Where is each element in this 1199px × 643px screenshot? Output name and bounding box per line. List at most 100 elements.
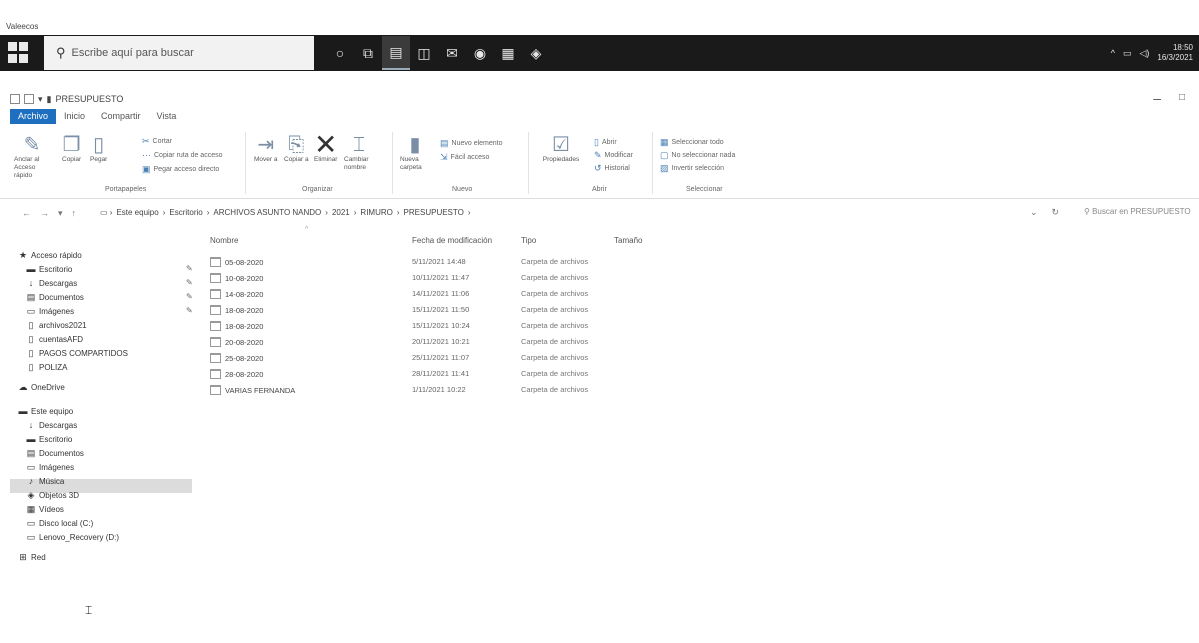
- nav-pc-documentos[interactable]: ▤ Documentos: [26, 448, 84, 459]
- move-to-button[interactable]: ⇥ Mover a: [254, 134, 277, 164]
- new-folder-icon: ▮: [409, 134, 421, 156]
- app-icon[interactable]: ▦: [494, 36, 522, 70]
- volume-icon[interactable]: ◁): [1139, 48, 1149, 59]
- nav-item-descargas[interactable]: ↓ Descargas: [26, 278, 78, 288]
- nav-pc-disco-c[interactable]: ▭ Disco local (C:): [26, 518, 94, 529]
- clock-time: 18:50: [1172, 43, 1193, 52]
- address-dropdown-icon[interactable]: ⌄: [1030, 207, 1038, 218]
- breadcrumb-item[interactable]: PRESUPUESTO: [404, 208, 464, 217]
- folder-icon: [210, 273, 221, 283]
- nav-pc-imagenes[interactable]: ▭ Imágenes: [26, 462, 74, 473]
- folder-icon: [210, 321, 221, 331]
- invert-selection-button[interactable]: ▨ Invertir selección: [660, 163, 724, 174]
- rename-button[interactable]: ⌶ Cambiar nombre: [344, 134, 374, 172]
- nav-quick-access[interactable]: ★ Acceso rápido: [18, 250, 82, 261]
- paste-button[interactable]: ▯ Pegar: [90, 134, 107, 164]
- properties-button[interactable]: ☑ Propiedades: [538, 134, 584, 164]
- app2-icon[interactable]: ◈: [522, 36, 550, 70]
- nav-this-pc[interactable]: ▬ Este equipo: [18, 406, 74, 416]
- tab-vista[interactable]: Vista: [149, 109, 185, 124]
- chevron-up-icon[interactable]: ^: [1111, 48, 1115, 58]
- select-none-button[interactable]: ▢ No seleccionar nada: [660, 150, 735, 161]
- cut-button[interactable]: ✂ Cortar: [142, 136, 172, 147]
- delete-button[interactable]: ✕ Eliminar: [314, 131, 337, 164]
- table-row[interactable]: 20-08-2020 20/11/2021 10:21 Carpeta de arc…: [210, 337, 630, 349]
- copy-button[interactable]: ❐ Copiar: [62, 134, 81, 164]
- nav-onedrive[interactable]: ☁ OneDrive: [18, 382, 65, 393]
- chrome-icon[interactable]: ◉: [466, 36, 494, 70]
- group-new: Nuevo: [452, 186, 473, 193]
- nav-pc-objetos3d[interactable]: ◈ Objetos 3D: [26, 490, 80, 501]
- column-header-type[interactable]: Tipo: [521, 236, 536, 245]
- nav-pc-musica[interactable]: ♪ Música: [26, 476, 65, 486]
- taskbar-search[interactable]: ⚲ Escribe aquí para buscar: [44, 36, 314, 70]
- table-row[interactable]: 10-08-2020 10/11/2021 11:47 Carpeta de arc…: [210, 273, 630, 285]
- nav-item-pagos[interactable]: ▯ PAGOS COMPARTIDOS: [26, 348, 128, 359]
- breadcrumb-item[interactable]: 2021: [332, 208, 350, 217]
- breadcrumb-item[interactable]: RIMURO: [360, 208, 392, 217]
- folder-icon: [210, 257, 221, 267]
- nav-item-documentos[interactable]: ▤ Documentos: [26, 292, 84, 303]
- recent-chevron-icon[interactable]: ▾: [58, 208, 63, 219]
- forward-arrow-icon[interactable]: →: [40, 208, 49, 219]
- mail-icon[interactable]: ✉: [438, 36, 466, 70]
- properties-icon[interactable]: [24, 94, 34, 104]
- pin-quick-access-button[interactable]: ✎ Anclar al Acceso rápido: [14, 134, 50, 180]
- video-icon: ▦: [26, 504, 36, 514]
- table-row[interactable]: VARIAS FERNANDA 1/11/2021 10:22 Carpeta de…: [210, 385, 630, 397]
- table-row[interactable]: 18-08-2020 15/11/2021 10:24 Carpeta de arc…: [210, 321, 630, 333]
- task-view-icon[interactable]: ⧉: [354, 36, 382, 70]
- up-arrow-icon[interactable]: ↑: [72, 208, 77, 219]
- folder-icon: [210, 353, 221, 363]
- qat-chevron-icon[interactable]: ▾: [38, 94, 43, 105]
- nav-item-poliza[interactable]: ▯ POLIZA: [26, 362, 68, 373]
- nav-pc-escritorio[interactable]: ▬ Escritorio: [26, 434, 73, 444]
- table-row[interactable]: 14-08-2020 14/11/2021 11:06 Carpeta de arc…: [210, 289, 630, 301]
- file-explorer-icon[interactable]: ▤: [382, 36, 410, 70]
- new-folder-button[interactable]: ▮ Nueva carpeta: [400, 134, 430, 172]
- network-icon[interactable]: ▭: [1123, 48, 1132, 59]
- select-all-button[interactable]: ▦ Seleccionar todo: [660, 137, 724, 148]
- easy-access-button[interactable]: ⇲ Fácil acceso: [440, 152, 489, 163]
- clock[interactable]: 18:50 16/3/2021: [1157, 43, 1193, 63]
- tab-compartir[interactable]: Compartir: [93, 109, 149, 124]
- copy-to-button[interactable]: ⎘ Copiar a: [284, 134, 309, 164]
- folder-search[interactable]: ⚲ Buscar en PRESUPUESTO: [1084, 207, 1191, 216]
- maximize-button[interactable]: □: [1179, 92, 1185, 103]
- tab-archivo[interactable]: Archivo: [10, 109, 57, 124]
- open-button[interactable]: ▯ Abrir: [594, 137, 617, 148]
- start-button[interactable]: [8, 42, 30, 64]
- copy-path-button[interactable]: ⋯ Copiar ruta de acceso: [142, 150, 222, 161]
- nav-item-escritorio[interactable]: ▬ Escritorio: [26, 264, 73, 274]
- table-row[interactable]: 05-08-2020 5/11/2021 14:48 Carpeta de arch…: [210, 257, 630, 269]
- breadcrumb[interactable]: ▭ › Este equipo › Escritorio › ARCHIVOS AS…: [100, 208, 471, 217]
- refresh-icon[interactable]: ↻: [1052, 207, 1060, 218]
- tab-inicio[interactable]: Inicio: [56, 109, 93, 124]
- nav-network[interactable]: ⊞ Red: [18, 552, 45, 563]
- back-arrow-icon[interactable]: ←: [22, 208, 31, 219]
- nav-pc-recovery-d[interactable]: ▭ Lenovo_Recovery (D:): [26, 532, 119, 543]
- table-row[interactable]: 28-08-2020 28/11/2021 11:41 Carpeta de arc…: [210, 369, 630, 381]
- table-row[interactable]: 25-08-2020 25/11/2021 11:07 Carpeta de arc…: [210, 353, 630, 365]
- store-icon[interactable]: ◫: [410, 36, 438, 70]
- column-header-size[interactable]: Tamaño: [614, 236, 642, 245]
- nav-pc-videos[interactable]: ▦ Vídeos: [26, 504, 64, 515]
- nav-item-archivos2021[interactable]: ▯ archivos2021: [26, 320, 87, 331]
- column-header-date[interactable]: Fecha de modificación: [412, 236, 492, 245]
- paste-shortcut-button[interactable]: ▣ Pegar acceso directo: [142, 164, 219, 175]
- new-item-button[interactable]: ▤ Nuevo elemento: [440, 138, 503, 149]
- nav-item-cuentas[interactable]: ▯ cuentasAFD: [26, 334, 84, 345]
- nav-item-imagenes[interactable]: ▭ Imágenes: [26, 306, 74, 317]
- nav-pc-descargas[interactable]: ↓ Descargas: [26, 420, 78, 430]
- cortana-icon[interactable]: ○: [326, 36, 354, 70]
- breadcrumb-item[interactable]: Este equipo: [116, 208, 158, 217]
- table-row[interactable]: 18-08-2020 15/11/2021 11:50 Carpeta de arc…: [210, 305, 630, 317]
- breadcrumb-item[interactable]: Escritorio: [169, 208, 202, 217]
- edit-button[interactable]: ✎ Modificar: [594, 150, 633, 161]
- minimize-button[interactable]: –: [1153, 90, 1161, 106]
- music-icon: ♪: [28, 476, 34, 486]
- breadcrumb-item[interactable]: ARCHIVOS ASUNTO NANDO: [213, 208, 321, 217]
- history-button[interactable]: ↺ Historial: [594, 163, 630, 174]
- column-header-name[interactable]: Nombre: [210, 236, 238, 245]
- quick-access-icon[interactable]: [10, 94, 20, 104]
